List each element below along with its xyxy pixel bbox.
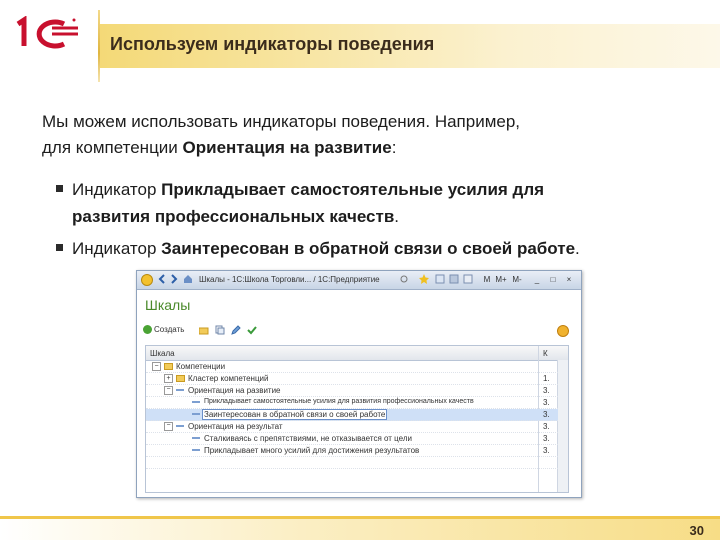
memory-minus-button[interactable]: M- xyxy=(511,274,523,285)
calculator-icon[interactable] xyxy=(449,274,459,284)
app-window: Шкалы - 1С:Школа Торговли... / 1С:Предпр… xyxy=(136,270,582,498)
row-code: 1. xyxy=(543,374,550,383)
row-name: Ориентация на результат xyxy=(188,422,283,431)
table-row[interactable]: − Компетенции xyxy=(146,361,558,373)
memory-plus-button[interactable]: M+ xyxy=(495,274,507,285)
column-header-code[interactable]: К xyxy=(543,349,548,358)
scales-table: Шкала К − Компетенции + Кластер компетен… xyxy=(145,345,569,493)
history-icon[interactable] xyxy=(435,274,445,284)
toolbar: Создать xyxy=(143,325,575,339)
help-icon[interactable] xyxy=(557,325,569,337)
create-icon xyxy=(143,325,152,334)
bullet-suffix: . xyxy=(394,207,400,226)
row-code: 3. xyxy=(543,398,550,407)
close-button[interactable]: × xyxy=(563,274,575,285)
window-title: Шкалы - 1С:Школа Торговли... / 1С:Предпр… xyxy=(199,275,380,284)
item-icon xyxy=(192,449,200,451)
folder-icon xyxy=(164,363,173,370)
forward-icon[interactable] xyxy=(169,274,179,284)
intro-line2-prefix: для компетенции xyxy=(42,138,183,157)
item-icon xyxy=(176,389,184,391)
row-name: Прикладывает много усилий для достижения… xyxy=(204,446,420,455)
indicator-name: Прикладывает самостоятельные усилия для xyxy=(161,180,545,199)
bullet-item: Индикатор Прикладывает самостоятельные у… xyxy=(56,176,686,230)
row-name: Заинтересован в обратной связи о своей р… xyxy=(202,409,388,420)
app-icon[interactable] xyxy=(141,274,153,286)
slide-title: Используем индикаторы поведения xyxy=(110,34,435,54)
create-label: Создать xyxy=(154,325,185,334)
1c-logo xyxy=(16,16,78,49)
table-row[interactable]: + Кластер компетенций 1. xyxy=(146,373,558,385)
table-row[interactable]: Сталкиваясь с препятствиями, не отказыва… xyxy=(146,433,558,445)
create-button[interactable]: Создать xyxy=(143,325,184,334)
table-row[interactable] xyxy=(146,457,558,469)
minimize-button[interactable]: _ xyxy=(531,274,543,285)
intro-line1: Мы можем использовать индикаторы поведен… xyxy=(42,112,521,131)
folder-icon xyxy=(176,375,185,382)
intro-text: Мы можем использовать индикаторы поведен… xyxy=(42,109,692,161)
row-name: Ориентация на развитие xyxy=(188,386,281,395)
edit-icon[interactable] xyxy=(231,325,241,335)
competency-name: Ориентация на развитие xyxy=(182,138,392,157)
collapse-toggle-icon[interactable]: − xyxy=(164,422,173,431)
row-name: Компетенции xyxy=(176,362,226,371)
back-icon[interactable] xyxy=(157,274,167,284)
column-header-name[interactable]: Шкала xyxy=(150,349,175,358)
table-row[interactable]: − Ориентация на результат 3. xyxy=(146,421,558,433)
indicator-name: Заинтересован в обратной связи о своей р… xyxy=(161,239,576,258)
collapse-toggle-icon[interactable]: − xyxy=(164,386,173,395)
link-icon[interactable] xyxy=(399,274,409,284)
footer-bar xyxy=(0,519,720,540)
table-row[interactable]: − Ориентация на развитие 3. xyxy=(146,385,558,397)
table-row[interactable]: Прикладывает много усилий для достижения… xyxy=(146,445,558,457)
row-name: Прикладывает самостоятельные усилия для … xyxy=(204,398,474,405)
collapse-toggle-icon[interactable]: − xyxy=(152,362,161,371)
bullet-suffix: . xyxy=(575,239,580,258)
copy-icon[interactable] xyxy=(215,325,225,335)
maximize-button[interactable]: □ xyxy=(547,274,559,285)
bullet-prefix: Индикатор xyxy=(72,239,162,258)
page-number: 30 xyxy=(689,523,704,538)
indicator-name-cont: развития профессиональных качеств xyxy=(72,207,395,226)
mark-delete-icon[interactable] xyxy=(247,325,257,335)
bullet-square-icon xyxy=(56,244,63,251)
vertical-scrollbar[interactable] xyxy=(557,360,568,492)
table-header: Шкала К xyxy=(146,346,568,361)
home-icon[interactable] xyxy=(183,274,193,284)
table-row[interactable]: Прикладывает самостоятельные усилия для … xyxy=(146,397,558,409)
item-icon xyxy=(192,413,200,415)
bullet-square-icon xyxy=(56,185,63,192)
row-code: 3. xyxy=(543,422,550,431)
memory-button[interactable]: M xyxy=(481,274,493,285)
row-name: Кластер компетенций xyxy=(188,374,269,383)
row-code: 3. xyxy=(543,434,550,443)
bullet-prefix: Индикатор xyxy=(72,180,162,199)
item-icon xyxy=(192,401,200,403)
row-code: 3. xyxy=(543,446,550,455)
bullet-item: Индикатор Заинтересован в обратной связи… xyxy=(56,235,686,262)
window-titlebar: Шкалы - 1С:Школа Торговли... / 1С:Предпр… xyxy=(137,271,581,290)
create-folder-icon[interactable] xyxy=(199,325,209,335)
row-code: 3. xyxy=(543,410,550,419)
expand-toggle-icon[interactable]: + xyxy=(164,374,173,383)
row-code: 3. xyxy=(543,386,550,395)
row-name: Сталкиваясь с препятствиями, не отказыва… xyxy=(204,434,412,443)
star-icon[interactable] xyxy=(419,274,429,284)
item-icon xyxy=(192,437,200,439)
item-icon xyxy=(176,425,184,427)
form-title: Шкалы xyxy=(145,297,191,313)
intro-line2-suffix: : xyxy=(391,138,397,157)
calendar-icon[interactable] xyxy=(463,274,473,284)
table-row-selected[interactable]: Заинтересован в обратной связи о своей р… xyxy=(146,409,558,421)
